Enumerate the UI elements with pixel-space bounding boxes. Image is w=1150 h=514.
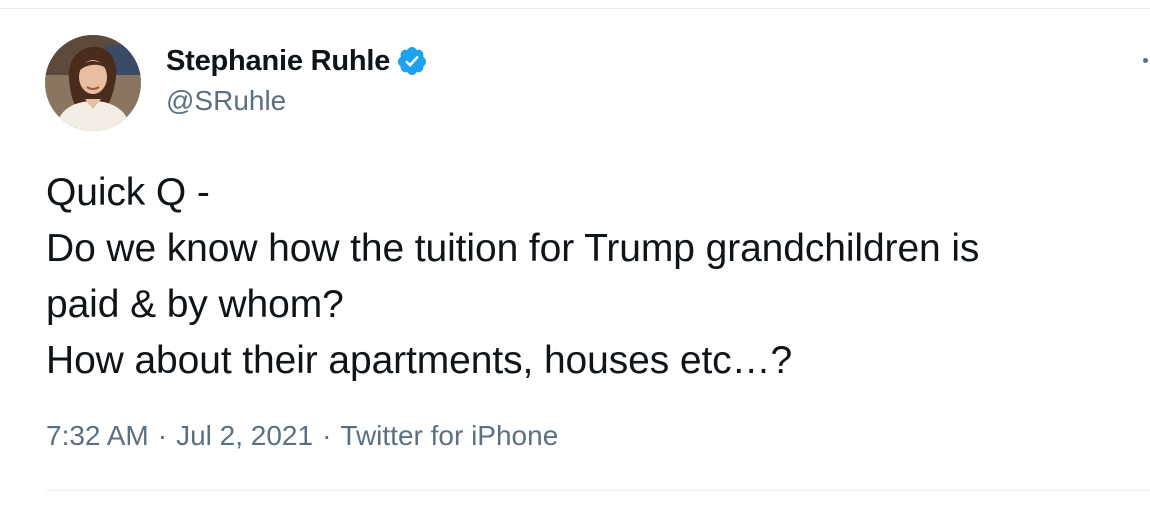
verified-badge-icon xyxy=(396,45,428,77)
avatar-photo xyxy=(45,35,141,131)
author-block: Stephanie Ruhle @SRuhle xyxy=(166,43,428,117)
tweet-date[interactable]: Jul 2, 2021 xyxy=(176,420,313,452)
more-options-icon[interactable] xyxy=(1143,58,1148,63)
handle[interactable]: @SRuhle xyxy=(166,85,428,117)
tweet-time[interactable]: 7:32 AM xyxy=(46,420,149,452)
tweet-text-line: Quick Q - xyxy=(46,171,210,214)
top-divider xyxy=(0,8,1150,9)
meta-separator: · xyxy=(157,420,168,451)
tweet-card: Stephanie Ruhle @SRuhle Quick Q - Do we … xyxy=(0,0,1150,514)
bottom-divider xyxy=(46,490,1150,491)
avatar[interactable] xyxy=(45,35,141,131)
tweet-text-line: paid & by whom? xyxy=(46,283,344,326)
tweet-source[interactable]: Twitter for iPhone xyxy=(340,420,558,452)
tweet-text-line: Do we know how the tuition for Trump gra… xyxy=(46,227,980,270)
tweet-text-line: How about their apartments, houses etc…? xyxy=(46,339,793,382)
display-name[interactable]: Stephanie Ruhle xyxy=(166,45,390,78)
tweet-meta: 7:32 AM · Jul 2, 2021 · Twitter for iPho… xyxy=(46,420,558,452)
tweet-text: Quick Q - Do we know how the tuition for… xyxy=(46,165,1136,389)
meta-separator: · xyxy=(322,420,332,451)
name-row: Stephanie Ruhle xyxy=(166,43,428,79)
